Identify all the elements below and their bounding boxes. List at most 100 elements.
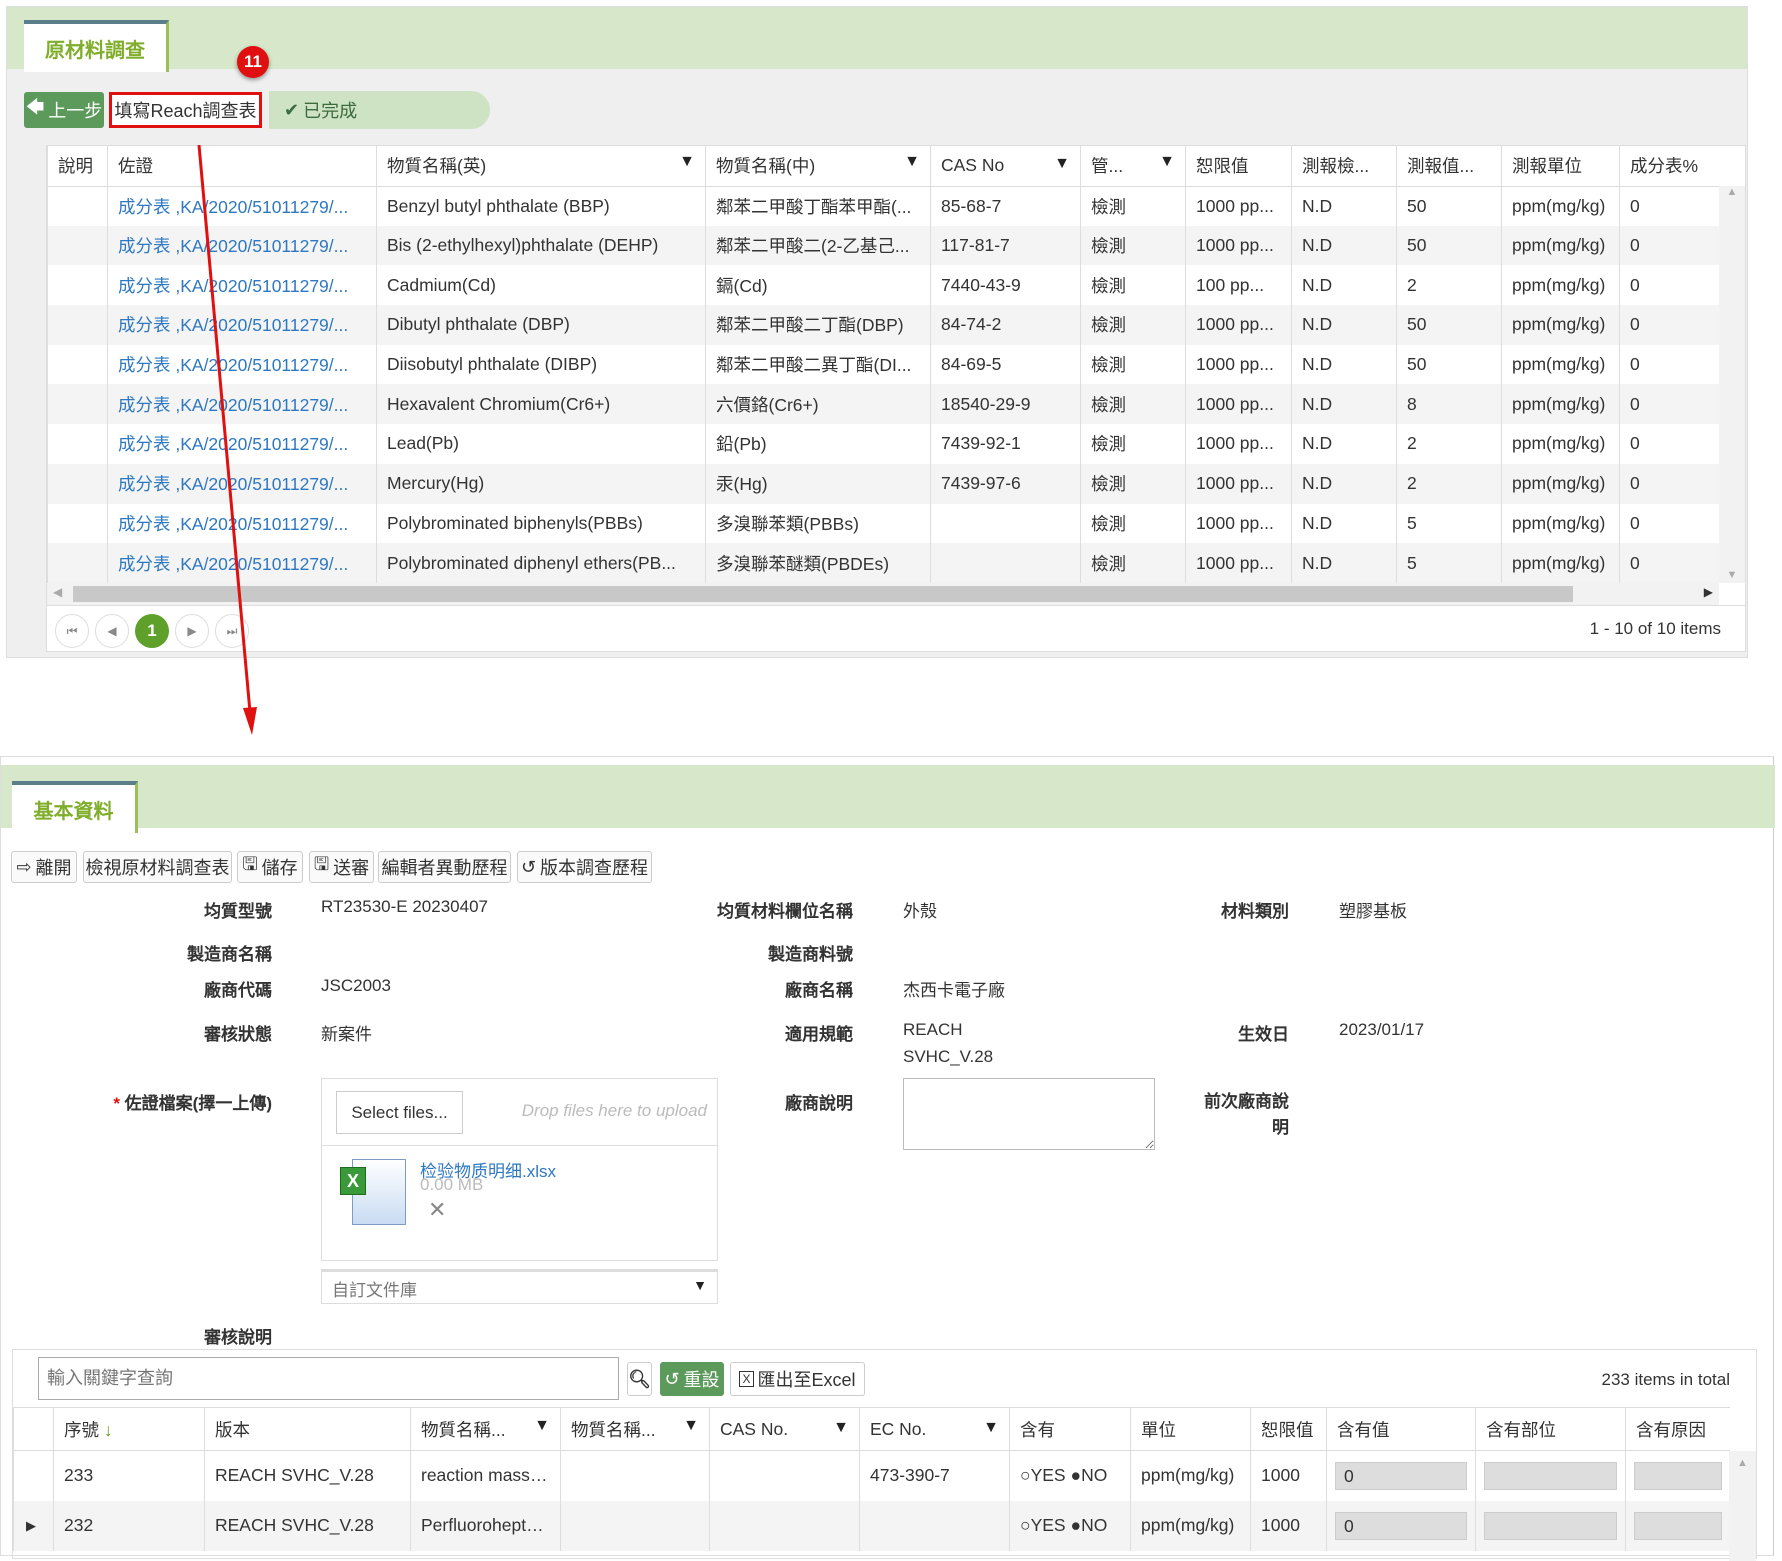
filter-icon[interactable]: ▼ [683,1417,699,1435]
evidence-link[interactable]: 成分表 ,KA/2020/51011279/... [107,463,377,504]
horizontal-scrollbar[interactable]: ◀ ▶ [47,583,1719,605]
keyword-search-input[interactable] [38,1357,619,1400]
reason-input[interactable] [1634,1461,1722,1490]
expand-row-icon[interactable]: ▶ [13,1500,54,1551]
tab-raw-material-survey[interactable]: 原材料調查 [24,20,169,72]
value-input[interactable]: 0 [1335,1511,1467,1540]
table-row[interactable]: 成分表 ,KA/2020/51011279/... Polybrominated … [47,503,1720,544]
filter-icon[interactable]: ▼ [833,1419,849,1437]
column-header[interactable]: ▼ 物質名稱... [560,1407,710,1451]
table-row[interactable]: 成分表 ,KA/2020/51011279/... Polybrominated … [47,543,1720,583]
radio-yes[interactable]: ○ [1020,1515,1031,1535]
column-header[interactable]: 說明 [47,146,108,186]
table-row[interactable]: ▶ 232 REACH SVHC_V.28 Perfluoroheptano ○YES … [13,1500,1730,1551]
column-header[interactable]: 版本 [204,1407,411,1451]
export-excel-button[interactable]: X 匯出至Excel [730,1362,865,1396]
evidence-link[interactable]: 成分表 ,KA/2020/51011279/... [107,543,377,583]
page-1[interactable]: 1 [135,614,169,648]
evidence-link[interactable]: 成分表 ,KA/2020/51011279/... [107,503,377,544]
back-button[interactable]: 🡄 上一步 [24,92,104,128]
table-row[interactable]: 成分表 ,KA/2020/51011279/... Hexavalent Chro… [47,384,1720,425]
fill-reach-survey-button[interactable]: 填寫Reach調查表 [109,92,262,128]
column-header[interactable]: 佐證 [107,146,377,186]
table-row[interactable]: 成分表 ,KA/2020/51011279/... Dibutyl phthala… [47,305,1720,345]
evidence-link[interactable]: 成分表 ,KA/2020/51011279/... [107,265,377,306]
filter-icon[interactable]: ▼ [1054,155,1070,173]
radio-yes[interactable]: ○ [1020,1465,1031,1485]
filter-icon[interactable]: ▼ [1159,153,1175,171]
table-row[interactable]: 成分表 ,KA/2020/51011279/... Lead(Pb) 鉛(Pb) 74… [47,424,1720,464]
column-header[interactable]: ▼ 物質名稱... [410,1407,561,1451]
column-header[interactable]: 測報單位 [1501,146,1620,186]
column-header[interactable]: 含有 [1009,1407,1131,1451]
vertical-scrollbar[interactable]: ▲ ▼ [1719,186,1745,583]
vertical-scrollbar[interactable]: ▲ [1729,1451,1756,1561]
scroll-down-icon[interactable]: ▼ [1719,569,1745,581]
evidence-link[interactable]: 成分表 ,KA/2020/51011279/... [107,424,377,464]
contains-radio-group[interactable]: ○YES ●NO [1009,1450,1131,1501]
evidence-link[interactable]: 成分表 ,KA/2020/51011279/... [107,344,377,385]
save-button[interactable]: 🖫 儲存 [237,851,303,883]
evidence-link[interactable]: 成分表 ,KA/2020/51011279/... [107,186,377,226]
column-header[interactable]: 含有值 [1326,1407,1476,1451]
leave-button[interactable]: ⇨ 離開 [11,851,77,883]
view-survey-button[interactable]: 檢視原材料調查表 [83,851,232,883]
next-page-icon[interactable]: ▶ [175,614,209,648]
column-header[interactable]: 含有原因 [1625,1407,1730,1451]
column-header[interactable]: 測報檢... [1291,146,1397,186]
remove-file-icon[interactable]: ✕ [428,1197,446,1223]
radio-no-selected[interactable]: ● [1070,1465,1081,1485]
scroll-left-icon[interactable]: ◀ [53,585,62,599]
column-header[interactable]: ▼ EC No. [859,1407,1010,1451]
evidence-link[interactable]: 成分表 ,KA/2020/51011279/... [107,305,377,345]
column-header[interactable]: 恕限值 [1250,1407,1327,1451]
scroll-thumb[interactable] [73,586,1573,602]
column-header[interactable]: 單位 [1130,1407,1251,1451]
reason-input[interactable] [1634,1511,1722,1540]
column-header[interactable]: 含有部位 [1475,1407,1626,1451]
vendor-note-textarea[interactable] [903,1078,1155,1150]
column-header[interactable]: 恕限值 [1185,146,1292,186]
submit-review-button[interactable]: 🖫 送審 [309,851,374,883]
scroll-right-icon[interactable]: ▶ [1704,585,1713,599]
contains-radio-group[interactable]: ○YES ●NO [1009,1500,1131,1551]
table-row[interactable]: 成分表 ,KA/2020/51011279/... Bis (2-ethylhex… [47,225,1720,266]
version-history-button[interactable]: ↺ 版本調查歷程 [517,851,652,883]
column-header[interactable]: 成分表% [1619,146,1720,186]
table-row[interactable]: 成分表 ,KA/2020/51011279/... Mercury(Hg) 汞(Hg… [47,463,1720,504]
column-header[interactable]: ▼ 物質名稱(英) [376,146,706,186]
column-header[interactable]: 序號 ↓ [53,1407,205,1451]
reset-button[interactable]: ↺ 重設 [660,1362,724,1396]
filter-icon[interactable]: ▼ [679,153,695,171]
completed-step[interactable]: ✔ 已完成 [269,91,490,129]
editor-history-button[interactable]: 編輯者異動歷程 [378,851,511,883]
part-input[interactable] [1484,1511,1617,1540]
filter-icon[interactable]: ▼ [904,153,920,171]
value-input[interactable]: 0 [1335,1461,1467,1490]
first-page-icon[interactable]: ⏮ [55,614,89,648]
search-button[interactable]: 🔍︎ [627,1362,652,1396]
tab-basic-info[interactable]: 基本資料 [12,781,138,833]
table-row[interactable]: 成分表 ,KA/2020/51011279/... Diisobutyl phth… [47,344,1720,385]
filter-icon[interactable]: ▼ [983,1419,999,1437]
last-page-icon[interactable]: ⏭ [215,614,249,648]
filter-icon[interactable]: ▼ [534,1417,550,1435]
evidence-link[interactable]: 成分表 ,KA/2020/51011279/... [107,384,377,425]
scroll-up-icon[interactable]: ▲ [1737,1457,1748,1469]
library-select[interactable]: 自訂文件庫 ▼ [321,1269,718,1304]
radio-no-selected[interactable]: ● [1070,1515,1081,1535]
column-header[interactable]: ▼ CAS No [930,146,1081,186]
column-header[interactable]: ▼ 管... [1080,146,1186,186]
table-row[interactable]: 成分表 ,KA/2020/51011279/... Cadmium(Cd) 鎘(Cd… [47,265,1720,306]
table-row[interactable]: 233 REACH SVHC_V.28 reaction mass of : 473-… [13,1450,1730,1501]
column-header[interactable]: ▼ 物質名稱(中) [705,146,931,186]
scroll-up-icon[interactable]: ▲ [1719,186,1745,198]
column-header[interactable]: 測報值... [1396,146,1502,186]
select-files-button[interactable]: Select files... [336,1091,463,1134]
expand-row-icon[interactable] [13,1450,54,1501]
sort-desc-icon[interactable]: ↓ [104,1420,113,1440]
evidence-link[interactable]: 成分表 ,KA/2020/51011279/... [107,225,377,266]
table-row[interactable]: 成分表 ,KA/2020/51011279/... Benzyl butyl ph… [47,186,1720,226]
prev-page-icon[interactable]: ◀ [95,614,129,648]
part-input[interactable] [1484,1461,1617,1490]
